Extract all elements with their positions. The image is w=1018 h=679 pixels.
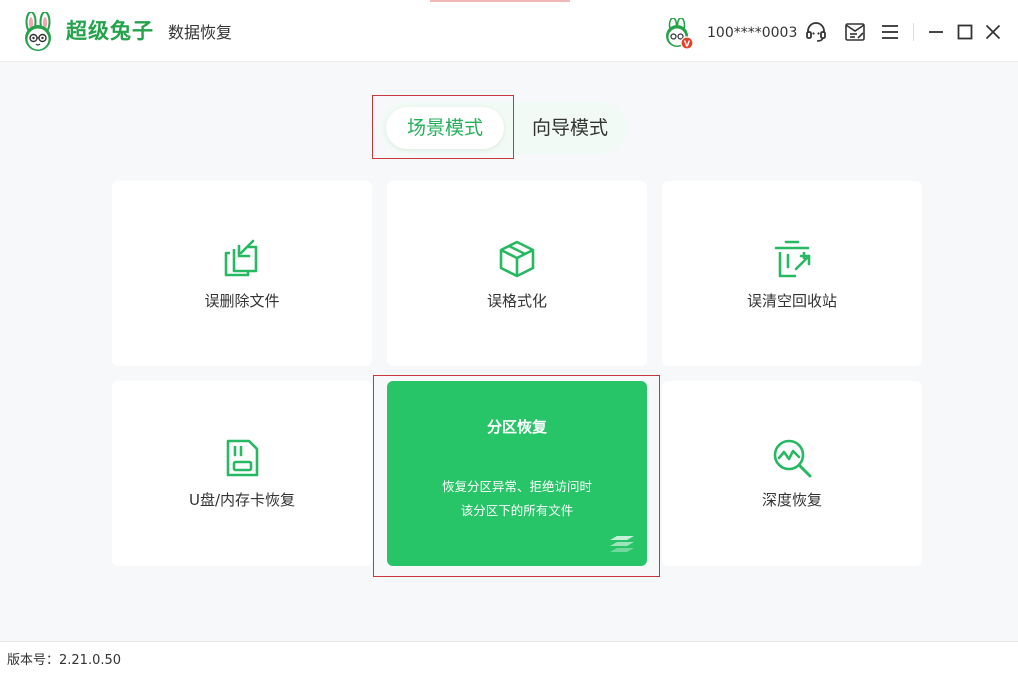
vip-badge: V: [684, 40, 691, 49]
layers-icon: [610, 536, 634, 552]
sd-card-icon: [226, 439, 259, 477]
card-description-line1: 恢复分区异常、拒绝访问时: [441, 479, 592, 494]
username-label[interactable]: 100****0003: [707, 24, 797, 42]
product-subtitle: 数据恢复: [168, 23, 233, 42]
card-description-line2: 该分区下的所有文件: [460, 503, 574, 518]
deep-scan-icon: [773, 439, 812, 478]
cube-icon: [499, 240, 535, 278]
card-label: 误清空回收站: [746, 292, 837, 310]
card-deep-recovery[interactable]: 深度恢复: [662, 381, 922, 566]
card-label: 深度恢复: [761, 491, 822, 509]
card-formatted[interactable]: 误格式化: [387, 181, 647, 366]
card-label: 误格式化: [486, 292, 547, 310]
card-partition-recovery[interactable]: 分区恢复 恢复分区异常、拒绝访问时 该分区下的所有文件: [387, 381, 647, 566]
minimize-icon[interactable]: [924, 20, 948, 44]
card-deleted-files[interactable]: 误删除文件: [112, 181, 372, 366]
rabbit-logo-icon: [25, 12, 51, 51]
file-restore-icon: [224, 239, 258, 277]
tab-scene-mode[interactable]: 场景模式: [386, 107, 504, 149]
feedback-icon[interactable]: [843, 20, 867, 44]
tab-wizard-mode[interactable]: 向导模式: [514, 107, 626, 149]
close-icon[interactable]: [981, 20, 1005, 44]
maximize-icon[interactable]: [953, 20, 977, 44]
customer-service-icon[interactable]: [804, 20, 828, 44]
menu-icon[interactable]: [878, 20, 902, 44]
recycle-bin-icon: [774, 240, 811, 278]
card-label: U盘/内存卡恢复: [188, 491, 296, 509]
footer: [0, 642, 1018, 679]
user-avatar-icon[interactable]: V: [660, 18, 694, 50]
top-accent-line: [430, 0, 570, 2]
card-usb-sd-card[interactable]: U盘/内存卡恢复: [112, 381, 372, 566]
card-title: 分区恢复: [486, 418, 547, 436]
card-label: 误删除文件: [204, 292, 280, 310]
footer-divider: [0, 641, 1018, 642]
brand-name: 超级兔子: [66, 18, 154, 43]
version-label: 版本号：2.21.0.50: [7, 653, 122, 668]
card-recycle-bin[interactable]: 误清空回收站: [662, 181, 922, 366]
titlebar-separator: [913, 23, 914, 41]
